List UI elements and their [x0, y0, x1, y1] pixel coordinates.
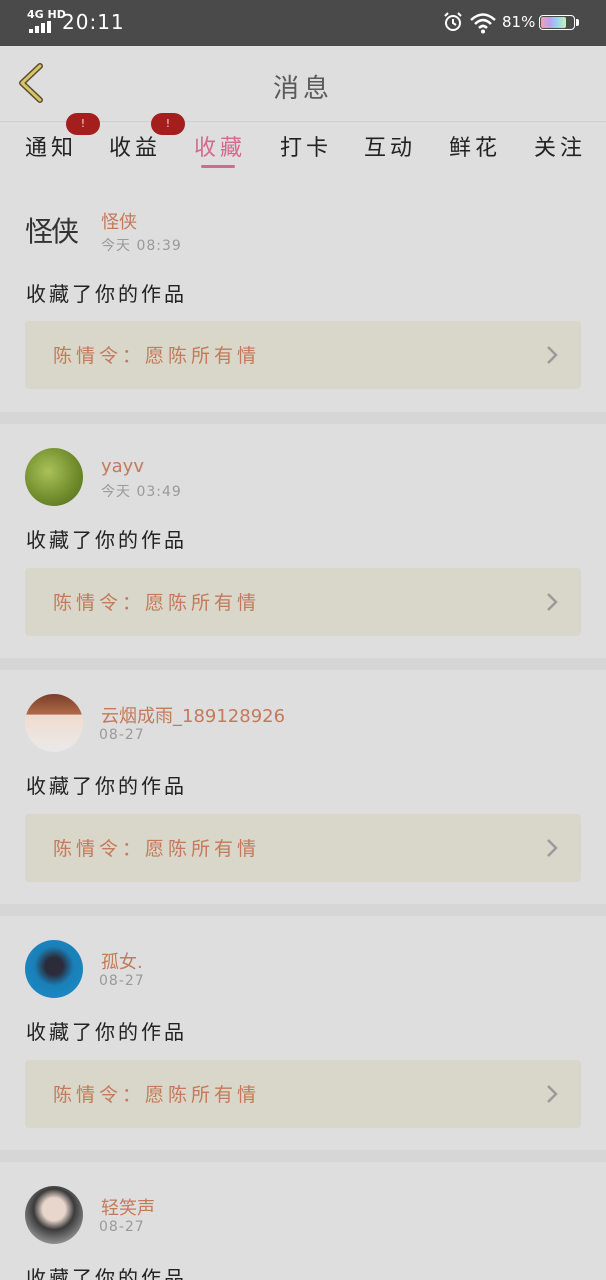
- username[interactable]: 孤女.: [101, 948, 143, 974]
- username[interactable]: yayv: [101, 456, 144, 477]
- battery-cap: [576, 19, 579, 26]
- tab-income[interactable]: 收益: [109, 130, 161, 162]
- chevron-right-icon: [547, 346, 558, 364]
- work-link[interactable]: 陈情令：愿陈所有情: [25, 568, 581, 636]
- income-badge: !: [151, 113, 185, 135]
- message-item: yayv 今天 03:49 收藏了你的作品 陈情令：愿陈所有情: [0, 424, 606, 658]
- message-time: 08-27: [99, 1219, 145, 1235]
- divider: [0, 658, 606, 670]
- work-title: 陈情令：愿陈所有情: [53, 592, 261, 614]
- message-time: 今天 08:39: [101, 238, 182, 254]
- message-time: 今天 03:49: [101, 484, 182, 500]
- message-item: 孤女. 08-27 收藏了你的作品 陈情令：愿陈所有情: [0, 916, 606, 1150]
- app-header: 消息: [0, 46, 606, 122]
- chevron-right-icon: [547, 839, 558, 857]
- message-item: 云烟成雨_189128926 08-27 收藏了你的作品 陈情令：愿陈所有情: [0, 670, 606, 904]
- avatar-text: 怪侠: [25, 215, 79, 248]
- avatar[interactable]: [25, 1186, 83, 1244]
- page-title: 消息: [272, 74, 333, 104]
- username[interactable]: 云烟成雨_189128926: [101, 702, 285, 728]
- battery-icon: [539, 15, 575, 30]
- message-action: 收藏了你的作品: [26, 1266, 187, 1280]
- tab-checkin[interactable]: 打卡: [280, 130, 332, 162]
- message-item: 怪侠 怪侠 今天 08:39 收藏了你的作品 陈情令：愿陈所有情: [0, 190, 606, 424]
- battery-level: [541, 17, 567, 28]
- tab-interaction[interactable]: 互动: [364, 130, 416, 162]
- message-action: 收藏了你的作品: [26, 774, 187, 798]
- alarm-icon: [444, 12, 462, 31]
- avatar[interactable]: [25, 448, 83, 506]
- status-bar: 4G HD 20:11 81%: [0, 0, 606, 46]
- tab-notice[interactable]: 通知: [25, 130, 77, 162]
- tab-favorites[interactable]: 收藏: [194, 130, 246, 162]
- network-type: 4G HD: [27, 8, 66, 21]
- wifi-icon: [470, 13, 496, 34]
- work-link[interactable]: 陈情令：愿陈所有情: [25, 321, 581, 389]
- work-title: 陈情令：愿陈所有情: [53, 1084, 261, 1106]
- divider: [0, 1150, 606, 1162]
- work-link[interactable]: 陈情令：愿陈所有情: [25, 814, 581, 882]
- chevron-right-icon: [547, 1085, 558, 1103]
- message-action: 收藏了你的作品: [26, 1020, 187, 1044]
- message-time: 08-27: [99, 973, 145, 989]
- work-title: 陈情令：愿陈所有情: [53, 345, 261, 367]
- username[interactable]: 轻笑声: [101, 1194, 155, 1220]
- active-tab-indicator: [201, 165, 235, 168]
- avatar[interactable]: [25, 940, 83, 998]
- work-link[interactable]: 陈情令：愿陈所有情: [25, 1060, 581, 1128]
- message-item: 轻笑声 08-27 收藏了你的作品: [0, 1162, 606, 1280]
- tab-flowers[interactable]: 鲜花: [449, 130, 501, 162]
- status-time: 20:11: [62, 10, 125, 34]
- message-time: 08-27: [99, 727, 145, 743]
- username[interactable]: 怪侠: [101, 208, 137, 234]
- tab-follow[interactable]: 关注: [534, 130, 586, 162]
- avatar[interactable]: [25, 694, 83, 752]
- avatar[interactable]: 怪侠: [25, 202, 85, 262]
- message-action: 收藏了你的作品: [26, 282, 187, 306]
- work-title: 陈情令：愿陈所有情: [53, 838, 261, 860]
- chevron-right-icon: [547, 593, 558, 611]
- divider: [0, 412, 606, 424]
- divider: [0, 904, 606, 916]
- signal-icon: [29, 21, 51, 33]
- notice-badge: !: [66, 113, 100, 135]
- message-action: 收藏了你的作品: [26, 528, 187, 552]
- battery-percent: 81%: [502, 13, 536, 31]
